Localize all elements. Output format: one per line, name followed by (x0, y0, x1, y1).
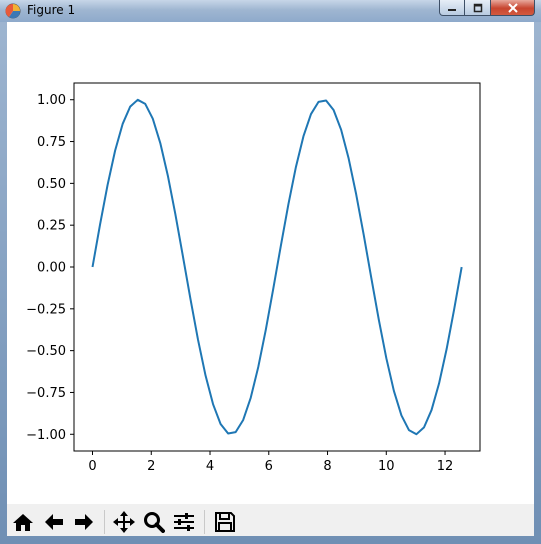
save-button[interactable] (211, 509, 239, 535)
figure-canvas: −1.00 −0.75 −0.50 −0.25 0.00 0.25 0.50 0.75 1.00… (7, 22, 534, 536)
maximize-icon (473, 3, 482, 12)
pan-icon (113, 511, 135, 533)
maximize-button[interactable] (465, 0, 491, 16)
line-chart[interactable]: −1.00 −0.75 −0.50 −0.25 0.00 0.25 0.50 0.75 1.00… (7, 22, 534, 504)
home-icon (13, 514, 33, 531)
y-tick-label: 0.75 (37, 135, 66, 150)
x-tick-label: 10 (378, 459, 395, 474)
x-tick-label: 12 (437, 459, 454, 474)
y-tick-label: −0.50 (26, 344, 66, 359)
figure-window: Figure 1 −1.00 −0.75 −0.50 −0.25 0.00 0.25 0.5… (0, 0, 541, 544)
forward-icon (75, 514, 93, 530)
y-tick-label: 0.25 (37, 219, 66, 234)
x-tick-label: 8 (323, 459, 331, 474)
toolbar-separator (104, 510, 105, 534)
x-tick-label: 6 (265, 459, 273, 474)
x-tick-label: 2 (147, 459, 155, 474)
close-icon (507, 2, 518, 13)
window-controls (439, 0, 535, 18)
window-title: Figure 1 (27, 3, 76, 17)
back-button[interactable] (40, 509, 68, 535)
minimize-button[interactable] (439, 0, 465, 16)
save-icon (215, 512, 235, 532)
y-tick-label: −1.00 (26, 428, 66, 443)
configure-subplots-button[interactable] (170, 509, 198, 535)
close-button[interactable] (491, 0, 535, 16)
minimize-icon (448, 8, 456, 11)
pan-button[interactable] (110, 509, 138, 535)
x-tick-label: 0 (88, 459, 96, 474)
app-icon (5, 3, 21, 19)
y-tick-label: 1.00 (37, 93, 66, 108)
home-button[interactable] (9, 509, 37, 535)
forward-button[interactable] (70, 509, 98, 535)
back-icon (45, 514, 63, 530)
title-bar[interactable]: Figure 1 (0, 0, 541, 22)
y-tick-label: 0.00 (37, 261, 66, 276)
y-tick-label: −0.75 (26, 386, 66, 401)
zoom-button[interactable] (140, 509, 168, 535)
y-tick-label: −0.25 (26, 302, 66, 317)
configure-subplots-icon (174, 513, 194, 531)
zoom-icon (144, 512, 165, 533)
y-tick-label: 0.50 (37, 177, 66, 192)
toolbar-separator (204, 510, 205, 534)
navigation-toolbar (7, 504, 534, 536)
x-tick-label: 4 (206, 459, 214, 474)
